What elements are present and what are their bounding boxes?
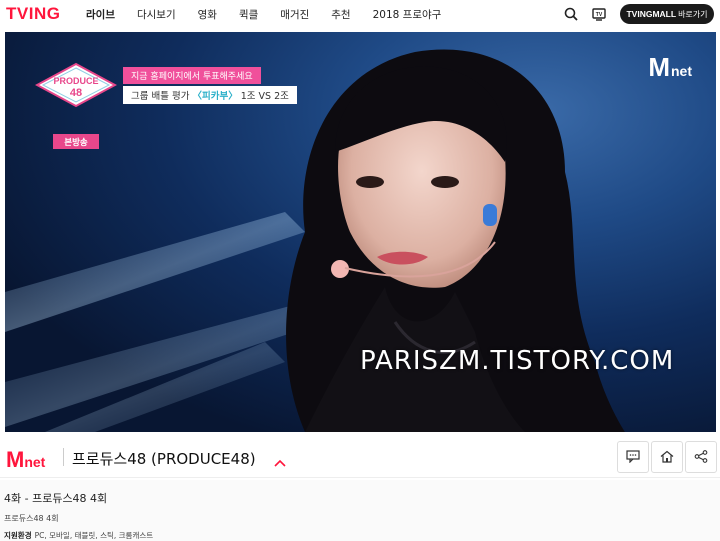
- episode-title: 4화 - 프로듀스48 4회: [4, 492, 108, 505]
- home-button[interactable]: [651, 441, 683, 473]
- env-label: 지원환경: [4, 531, 32, 540]
- caption-song: 〈피카부〉: [192, 91, 238, 102]
- episode-info: 4화 - 프로듀스48 4회 프로듀스48 4회 지원환경 PC, 모바일, 태블…: [0, 480, 720, 541]
- caption-line-1: 지금 홈페이지에서 투표해주세요: [123, 67, 261, 84]
- tvingmall-button[interactable]: TVINGMALL 바로가기: [620, 4, 714, 24]
- svg-text:TV: TV: [596, 12, 603, 18]
- svg-text:PRODUCE: PRODUCE: [53, 76, 98, 86]
- comment-icon: [626, 448, 640, 467]
- caption-line-2: 그룹 배틀 평가 〈피카부〉 1조 VS 2조: [123, 86, 297, 104]
- mnet-broadcast-mark: M net: [648, 52, 692, 83]
- tv-icon[interactable]: TV: [588, 3, 610, 25]
- mnet-mark-net: net: [671, 63, 692, 79]
- nav-baseball[interactable]: 2018 프로야구: [373, 7, 442, 22]
- top-navigation: TVING 라이브 다시보기 영화 퀵클 매거진 추천 2018 프로야구 TV…: [0, 0, 720, 28]
- live-broadcast-tag: 본방송: [53, 134, 99, 149]
- tvingmall-brand: TVINGMALL: [626, 9, 677, 19]
- comment-button[interactable]: [617, 441, 649, 473]
- home-icon: [660, 448, 674, 467]
- nav-vod[interactable]: 다시보기: [137, 7, 176, 22]
- svg-text:48: 48: [70, 87, 82, 99]
- program-title: 프로듀스48 (PRODUCE48): [72, 450, 256, 468]
- share-icon: [694, 448, 708, 467]
- episode-subtitle: 프로듀스48 4회: [4, 514, 59, 523]
- tvingmall-label: 바로가기: [678, 9, 708, 19]
- nav-movie[interactable]: 영화: [198, 7, 217, 22]
- divider: [63, 448, 64, 466]
- tving-logo[interactable]: TVING: [6, 4, 60, 24]
- env-value: PC, 모바일, 태블릿, 스틱, 크롬캐스트: [34, 531, 154, 540]
- nav-recommend[interactable]: 추천: [331, 7, 350, 22]
- nav-live[interactable]: 라이브: [86, 7, 115, 22]
- supported-environments: 지원환경 PC, 모바일, 태블릿, 스틱, 크롬캐스트: [4, 530, 153, 541]
- caption-line-2-post: 1조 VS 2조: [237, 91, 289, 102]
- header-actions: TV TVINGMALL 바로가기: [560, 0, 720, 28]
- search-icon[interactable]: [560, 3, 582, 25]
- nav-magazine[interactable]: 매거진: [280, 7, 309, 22]
- mnet-mark-m: M: [648, 52, 670, 82]
- video-player[interactable]: PRODUCE 48 본방송 지금 홈페이지에서 투표해주세요 그룹 배틀 평가…: [5, 32, 716, 432]
- produce48-logo: PRODUCE 48: [35, 62, 117, 108]
- vote-caption: 지금 홈페이지에서 투표해주세요 그룹 배틀 평가 〈피카부〉 1조 VS 2조: [123, 64, 297, 104]
- channel-logo-m: M: [6, 447, 25, 472]
- chevron-up-icon[interactable]: [274, 452, 286, 471]
- channel-bar: M net 프로듀스48 (PRODUCE48): [0, 438, 720, 478]
- watermark-text: PARISZM.TISTORY.COM: [360, 346, 675, 376]
- main-nav: 라이브 다시보기 영화 퀵클 매거진 추천 2018 프로야구: [86, 7, 463, 22]
- caption-line-2-pre: 그룹 배틀 평가: [131, 91, 193, 102]
- mnet-channel-logo[interactable]: M net: [6, 447, 45, 473]
- channel-logo-net: net: [24, 454, 46, 470]
- share-button[interactable]: [685, 441, 717, 473]
- nav-quick[interactable]: 퀵클: [239, 7, 258, 22]
